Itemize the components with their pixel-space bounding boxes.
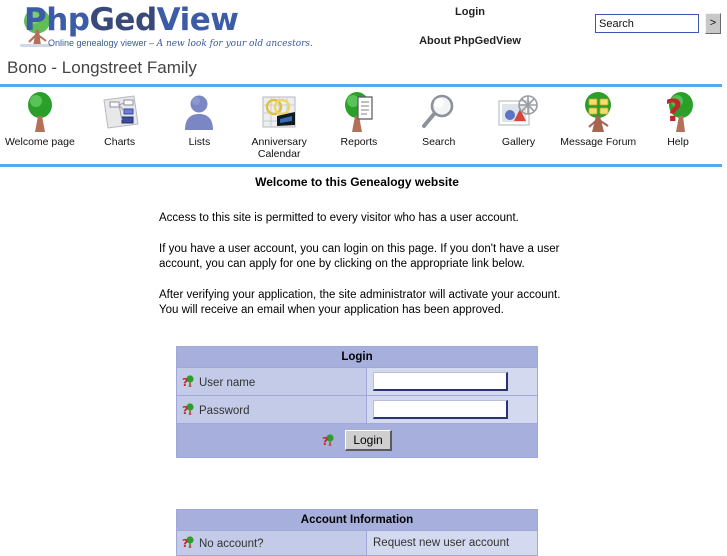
tree-icon <box>1 90 79 134</box>
help-icon[interactable]: ? <box>182 536 194 550</box>
svg-text:?: ? <box>182 376 188 388</box>
search-input[interactable] <box>595 14 699 33</box>
login-submit-button[interactable]: Login <box>345 430 392 451</box>
intro-paragraph-3: After verifying your application, the si… <box>159 289 561 316</box>
nav-label: Search <box>422 136 456 148</box>
search-submit-button[interactable]: > <box>705 13 721 34</box>
help-icon[interactable]: ? <box>182 374 194 389</box>
svg-text:?: ? <box>322 435 328 447</box>
page-title: Bono - Longstreet Family <box>7 58 197 77</box>
nav-item-gallery[interactable]: Gallery <box>479 90 557 148</box>
intro-paragraph-2: If you have a user account, you can logi… <box>159 243 560 270</box>
logo-tagline-script: A new look for your old ancestors. <box>156 39 313 49</box>
login-table: Login ? User name ? Password ? Login <box>176 346 538 458</box>
login-table-footer-row: ? Login <box>177 424 537 457</box>
nav-label: Welcome page <box>4 136 75 148</box>
divider-bottom <box>0 164 722 167</box>
calendar-rings-icon <box>240 90 318 134</box>
table-row: ? Password <box>177 396 537 423</box>
nav-item-help[interactable]: ? Help <box>639 90 717 148</box>
nav-item-welcome-page[interactable]: Welcome page <box>1 90 79 148</box>
logo-text-php: Php <box>24 2 90 38</box>
question-tree-icon: ? <box>639 90 717 134</box>
gallery-icon <box>479 90 557 134</box>
request-new-account-link[interactable]: Request new user account <box>373 537 509 549</box>
account-info-table: Account Information ? No account? Reques… <box>176 509 538 556</box>
header-links: Login About PhpGedView <box>390 0 550 47</box>
logo-text-ged: Ged <box>89 2 157 38</box>
magnifier-icon <box>400 90 478 134</box>
charts-icon <box>81 90 159 134</box>
site-header: PhpGedView Online genealogy viewer – A n… <box>0 0 727 52</box>
svg-text:?: ? <box>665 94 682 129</box>
svg-text:?: ? <box>182 537 188 549</box>
table-row: ? No account? Request new user account <box>177 531 537 555</box>
header-about-link[interactable]: About PhpGedView <box>390 35 550 47</box>
no-account-label: No account? <box>199 538 264 550</box>
password-label-cell: ? Password <box>177 396 366 423</box>
main-navigation: Welcome page Charts Lists Anniversary Ca… <box>0 90 718 160</box>
nav-label: Reports <box>340 136 378 148</box>
username-input-cell <box>367 368 537 395</box>
account-information: Account Information ? No account? Reques… <box>0 509 714 556</box>
nav-label: Message Forum <box>560 136 637 148</box>
header-login-link[interactable]: Login <box>390 6 550 18</box>
login-submit-group: ? Login <box>322 430 392 451</box>
login-table-header-row: Login <box>177 347 537 367</box>
nav-item-lists[interactable]: Lists <box>160 90 238 148</box>
password-input[interactable] <box>373 400 508 419</box>
help-icon[interactable]: ? <box>322 434 334 448</box>
no-account-label-cell: ? No account? <box>177 531 366 555</box>
nav-label: Anniversary Calendar <box>251 136 307 160</box>
tree-messages-icon <box>559 90 637 134</box>
login-submit-cell: ? Login <box>177 424 537 457</box>
divider-top <box>0 84 722 87</box>
username-input[interactable] <box>373 372 508 391</box>
nav-label: Help <box>667 136 689 148</box>
login-form-title: Login <box>177 347 537 367</box>
account-table-header-row: Account Information <box>177 510 537 530</box>
password-label: Password <box>199 404 250 417</box>
nav-label: Lists <box>188 136 211 148</box>
nav-label: Charts <box>104 136 136 148</box>
site-logo[interactable]: PhpGedView Online genealogy viewer – A n… <box>6 2 313 50</box>
tree-document-icon <box>320 90 398 134</box>
request-account-cell: Request new user account <box>367 531 537 555</box>
logo-tagline: Online genealogy viewer – A new look for… <box>48 38 313 49</box>
username-label: User name <box>199 376 256 389</box>
password-input-cell <box>367 396 537 423</box>
nav-item-charts[interactable]: Charts <box>81 90 159 148</box>
header-search: > <box>595 13 721 34</box>
table-row: ? User name <box>177 368 537 395</box>
nav-item-message-forum[interactable]: Message Forum <box>559 90 637 148</box>
logo-text-view: View <box>156 2 239 38</box>
login-form: Login ? User name ? Password ? Login <box>0 346 714 458</box>
nav-item-anniversary-calendar[interactable]: Anniversary Calendar <box>240 90 318 160</box>
nav-label: Gallery <box>501 136 536 148</box>
nav-item-search[interactable]: Search <box>400 90 478 148</box>
welcome-heading: Welcome to this Genealogy website <box>255 175 459 189</box>
intro-paragraph-1: Access to this site is permitted to ever… <box>159 212 519 224</box>
person-icon <box>160 90 238 134</box>
help-icon[interactable]: ? <box>182 402 194 417</box>
logo-tagline-prefix: Online genealogy viewer – <box>48 38 157 48</box>
account-info-title: Account Information <box>177 510 537 530</box>
username-label-cell: ? User name <box>177 368 366 395</box>
main-content: Welcome to this Genealogy website Access… <box>0 170 714 556</box>
logo-wordmark: PhpGedView <box>24 2 239 38</box>
nav-item-reports[interactable]: Reports <box>320 90 398 148</box>
svg-text:?: ? <box>182 404 188 416</box>
